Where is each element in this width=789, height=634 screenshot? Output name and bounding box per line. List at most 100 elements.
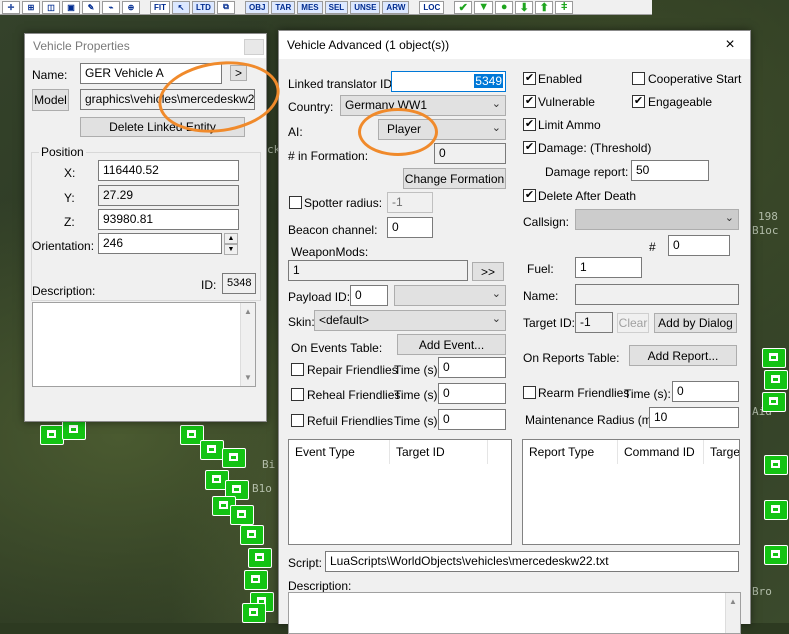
vehicle-marker-icon[interactable] [764, 545, 788, 565]
vehicle-marker-icon[interactable] [244, 570, 268, 590]
spotter-radius-field[interactable]: -1 [387, 192, 433, 213]
rearm-friendlies-checkbox[interactable] [523, 386, 536, 399]
link-tool-icon[interactable]: ⌁ [102, 0, 120, 14]
vulnerable-checkbox[interactable]: ✔ [523, 95, 536, 108]
engageable-checkbox[interactable]: ✔ [632, 95, 645, 108]
reports-column-header[interactable]: Report Type [523, 440, 618, 464]
vehicle-properties-titlebar[interactable]: Vehicle Properties [25, 34, 266, 58]
description-textarea[interactable]: ▲ [288, 592, 741, 634]
description-textarea[interactable]: ▲ ▼ [32, 302, 256, 387]
marker-icon[interactable]: ǂ [555, 0, 574, 14]
x-field[interactable]: 116440.52 [98, 160, 239, 181]
grid-tool-icon[interactable]: ✛ [2, 0, 20, 14]
reports-table[interactable]: Report Type Command ID Targe [522, 439, 740, 545]
vehicle-marker-icon[interactable] [242, 603, 266, 623]
damage-checkbox[interactable]: ✔ [523, 141, 536, 154]
vehicle-marker-icon[interactable] [230, 505, 254, 525]
scroll-up-icon[interactable]: ▲ [729, 597, 737, 606]
orientation-spin-up-icon[interactable]: ▲ [224, 233, 238, 244]
description-scrollbar[interactable]: ▲ ▼ [240, 303, 255, 386]
check-icon[interactable]: ✔ [454, 0, 473, 14]
model-button[interactable]: Model [32, 89, 69, 111]
formation-field[interactable]: 0 [434, 143, 506, 164]
vehicle-marker-icon[interactable] [764, 370, 788, 390]
toolbar-ltd-button[interactable]: LTD [192, 0, 215, 14]
rearm-time-field[interactable]: 0 [672, 381, 739, 402]
payload-select[interactable]: ⌄ [394, 285, 506, 306]
vehicle-marker-icon[interactable] [764, 500, 788, 520]
events-column-header[interactable] [488, 440, 511, 464]
vehicle-marker-icon[interactable] [762, 348, 786, 368]
spotter-radius-checkbox[interactable] [289, 196, 302, 209]
move-tool-icon[interactable]: ⊞ [22, 0, 40, 14]
target-id-field[interactable]: -1 [575, 312, 613, 333]
vehicle-marker-icon[interactable] [762, 392, 786, 412]
delete-after-death-checkbox[interactable]: ✔ [523, 189, 536, 202]
limit-ammo-checkbox[interactable]: ✔ [523, 118, 536, 131]
enabled-checkbox[interactable]: ✔ [523, 72, 536, 85]
orientation-field[interactable]: 246 [98, 233, 222, 254]
vehicle-marker-icon[interactable] [248, 548, 272, 568]
toolbar-obj-button[interactable]: OBJ [244, 0, 270, 14]
vehicle-marker-icon[interactable] [222, 448, 246, 468]
orientation-spin-down-icon[interactable]: ▼ [224, 244, 238, 255]
select-tool-icon[interactable]: ▣ [62, 0, 80, 14]
damage-report-field[interactable]: 50 [631, 160, 709, 181]
change-formation-button[interactable]: Change Formation [403, 168, 506, 189]
skin-select[interactable]: <default> ⌄ [314, 310, 506, 331]
close-icon[interactable] [244, 39, 264, 55]
weaponmods-field[interactable]: 1 [288, 260, 468, 281]
payload-field[interactable]: 0 [350, 285, 388, 306]
maintenance-radius-field[interactable]: 10 [649, 407, 739, 428]
vehicle-marker-icon[interactable] [764, 455, 788, 475]
layers-tool-icon[interactable]: ⧉ [216, 0, 235, 14]
scroll-down-icon[interactable]: ▼ [244, 373, 252, 382]
vehicle-marker-icon[interactable] [40, 425, 64, 445]
compass-tool-icon[interactable]: ⊕ [122, 0, 140, 14]
name-field[interactable] [575, 284, 739, 305]
chevron-down-icon[interactable]: ▼ [474, 0, 494, 14]
repair-time-field[interactable]: 0 [438, 357, 506, 378]
script-path-field[interactable]: LuaScripts\WorldObjects\vehicles\mercede… [325, 551, 739, 572]
events-column-header[interactable]: Event Type [289, 440, 390, 464]
rotate-tool-icon[interactable]: ◫ [42, 0, 60, 14]
arrow-down-icon[interactable]: ⬇ [515, 0, 534, 14]
refuil-time-field[interactable]: 0 [438, 409, 506, 430]
reheal-friendlies-checkbox[interactable] [291, 388, 304, 401]
toolbar-loc-button[interactable]: LOC [419, 0, 445, 14]
add-report-button[interactable]: Add Report... [629, 345, 737, 366]
vehicle-marker-icon[interactable] [62, 420, 86, 440]
toolbar-mes-button[interactable]: MES [297, 0, 323, 14]
events-column-header[interactable]: Target ID [390, 440, 488, 464]
beacon-channel-field[interactable]: 0 [387, 217, 433, 238]
close-icon[interactable]: × [710, 31, 750, 59]
add-by-dialog-button[interactable]: Add by Dialog [654, 313, 737, 333]
reports-column-header[interactable]: Command ID [618, 440, 704, 464]
reports-column-header[interactable]: Targe [704, 440, 739, 464]
toolbar-unse-button[interactable]: UNSE [350, 0, 381, 14]
callsign-select[interactable]: ⌄ [575, 209, 739, 230]
toolbar-arw-button[interactable]: ARW [382, 0, 410, 14]
description-scrollbar[interactable]: ▲ [725, 593, 740, 633]
toolbar-sel-button[interactable]: SEL [324, 0, 349, 14]
add-event-button[interactable]: Add Event... [397, 334, 506, 355]
clear-button[interactable]: Clear [617, 313, 649, 333]
arrow-up-icon[interactable]: ⬆ [535, 0, 554, 14]
hash-field[interactable]: 0 [668, 235, 730, 256]
reheal-time-field[interactable]: 0 [438, 383, 506, 404]
vehicle-marker-icon[interactable] [200, 440, 224, 460]
toolbar-fit-button[interactable]: FIT [150, 0, 170, 14]
paint-tool-icon[interactable]: ✎ [82, 0, 100, 14]
cooperative-start-checkbox[interactable] [632, 72, 645, 85]
vehicle-marker-icon[interactable] [240, 525, 264, 545]
pointer-tool-icon[interactable]: ↖ [172, 0, 190, 14]
events-table[interactable]: Event Type Target ID [288, 439, 512, 545]
z-field[interactable]: 93980.81 [98, 209, 239, 230]
toolbar-tar-button[interactable]: TAR [271, 0, 296, 14]
vehicle-advanced-titlebar[interactable]: Vehicle Advanced (1 object(s)) [279, 31, 750, 59]
dot-icon[interactable]: ● [495, 0, 514, 14]
scroll-up-icon[interactable]: ▲ [244, 307, 252, 316]
repair-friendlies-checkbox[interactable] [291, 363, 304, 376]
linked-translator-field[interactable]: 5349 [391, 71, 506, 92]
y-field[interactable]: 27.29 [98, 185, 239, 206]
